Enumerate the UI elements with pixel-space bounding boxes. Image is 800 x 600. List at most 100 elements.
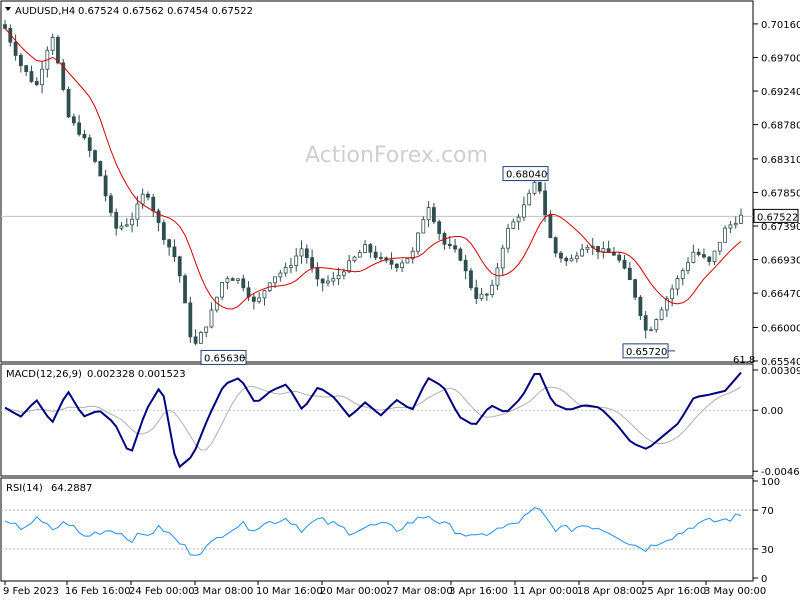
time-axis-label: 10 Mar 16:00 <box>256 586 323 597</box>
candle-body <box>13 41 18 56</box>
price-axis-label: 0.66470 <box>761 289 800 300</box>
candle-body <box>696 251 701 255</box>
time-axis-label: 27 Mar 08:00 <box>386 586 453 597</box>
candle-body <box>543 190 547 216</box>
candle-body <box>183 275 187 304</box>
candle-body <box>262 290 267 299</box>
candle-body <box>511 221 516 229</box>
price-annotation-label: 0.65720 <box>626 347 667 358</box>
candle-body <box>680 270 685 279</box>
time-axis-label: 9 Feb 2023 <box>3 586 59 597</box>
candle-body <box>585 246 590 250</box>
price-axis-label: 0.69700 <box>761 53 800 64</box>
candle-body <box>103 175 108 197</box>
candle-body <box>294 255 299 267</box>
candle-body <box>299 248 304 257</box>
candle-body <box>553 237 558 254</box>
rsi-title: RSI(14) <box>6 483 43 494</box>
candle-body <box>124 224 129 227</box>
candle-body <box>707 256 712 262</box>
candle-body <box>108 195 113 213</box>
candle-body <box>18 55 23 66</box>
rsi-axis-label: 30 <box>761 545 774 556</box>
candle-body <box>416 232 420 252</box>
candle-body <box>379 257 383 259</box>
candle-body <box>119 225 124 229</box>
candle-body <box>633 279 638 298</box>
candle-body <box>368 244 373 253</box>
candle-body <box>574 255 579 260</box>
candle-body <box>336 274 341 280</box>
time-axis-label: 24 Feb 00:00 <box>129 586 195 597</box>
candle-body <box>310 257 315 269</box>
candle-body <box>24 65 29 72</box>
symbol-label: AUDUSD,H4 <box>15 6 75 17</box>
candle-body <box>257 297 262 302</box>
candle-body <box>537 181 542 192</box>
candle-body <box>315 267 320 280</box>
time-axis-label: 3 Apr 16:00 <box>449 586 508 597</box>
candle-body <box>156 210 161 224</box>
candle-body <box>463 259 468 272</box>
fib-level-label: 61.8 <box>733 355 755 366</box>
price-axis-label: 0.67850 <box>761 188 800 199</box>
price-axis-label: 0.68780 <box>761 121 800 132</box>
audusd-chart: ActionForex.com 0.65630 0.68040 0.65720 61.… <box>0 0 800 597</box>
candle-body <box>601 248 606 253</box>
candle-body <box>140 193 145 205</box>
candle-body <box>357 252 362 258</box>
candle-body <box>87 137 92 151</box>
candle-body <box>220 282 224 298</box>
candle-body <box>34 81 39 86</box>
candle-body <box>352 256 357 262</box>
candle-body <box>151 196 156 212</box>
candle-body <box>172 246 177 258</box>
candle-body <box>199 332 203 344</box>
time-axis-label: 16 Feb 16:00 <box>65 586 131 597</box>
candle-body <box>273 276 277 284</box>
candle-body <box>569 258 574 262</box>
candle-body <box>532 181 537 194</box>
price-axis-label: 0.67390 <box>761 222 800 233</box>
macd-readout: 0.002328 0.001523 <box>87 369 186 380</box>
rsi-axis-label: 70 <box>761 506 774 517</box>
candle-body <box>728 224 733 229</box>
candle-body <box>130 218 134 226</box>
time-axis-label: 11 Apr 00:00 <box>513 586 578 597</box>
candle-body <box>98 160 103 177</box>
candle-body <box>225 278 230 283</box>
candle-body <box>289 265 293 268</box>
candle-body <box>686 262 690 271</box>
candle-body <box>654 319 659 331</box>
candle-body <box>405 258 410 264</box>
candle-body <box>717 241 722 252</box>
ohlc-readout: 0.67524 0.67562 0.67454 0.67522 <box>78 6 253 17</box>
candle-body <box>495 267 500 286</box>
price-annotation-label: 0.65630 <box>204 353 245 364</box>
rsi-axis-label: 0 <box>761 574 767 585</box>
candle-body <box>146 193 150 198</box>
candle-body <box>363 244 367 253</box>
price-axis-label: 0.69240 <box>761 87 800 98</box>
candle-body <box>617 254 622 261</box>
time-axis-label: 18 Apr 08:00 <box>577 586 642 597</box>
candle-body <box>29 71 34 82</box>
candle-body <box>527 192 532 206</box>
candle-body <box>691 251 696 263</box>
time-axis-label: 20 Mar 00:00 <box>320 586 387 597</box>
candle-body <box>341 271 346 276</box>
candle-body <box>135 203 140 220</box>
candle-body <box>670 288 675 300</box>
price-axis-label: 0.68310 <box>761 155 800 166</box>
candle-body <box>431 207 436 223</box>
time-axis-label: 3 Mar 08:00 <box>193 586 253 597</box>
price-axis-label: 0.70160 <box>761 20 800 31</box>
candle-body <box>71 116 76 124</box>
candle-body <box>161 222 166 241</box>
candle-body <box>236 278 240 281</box>
candle-body <box>458 248 463 261</box>
candle-body <box>447 243 452 247</box>
macd-axis-label: 0.003095 <box>761 366 800 377</box>
candle-body <box>421 219 426 234</box>
candle-body <box>739 214 743 224</box>
